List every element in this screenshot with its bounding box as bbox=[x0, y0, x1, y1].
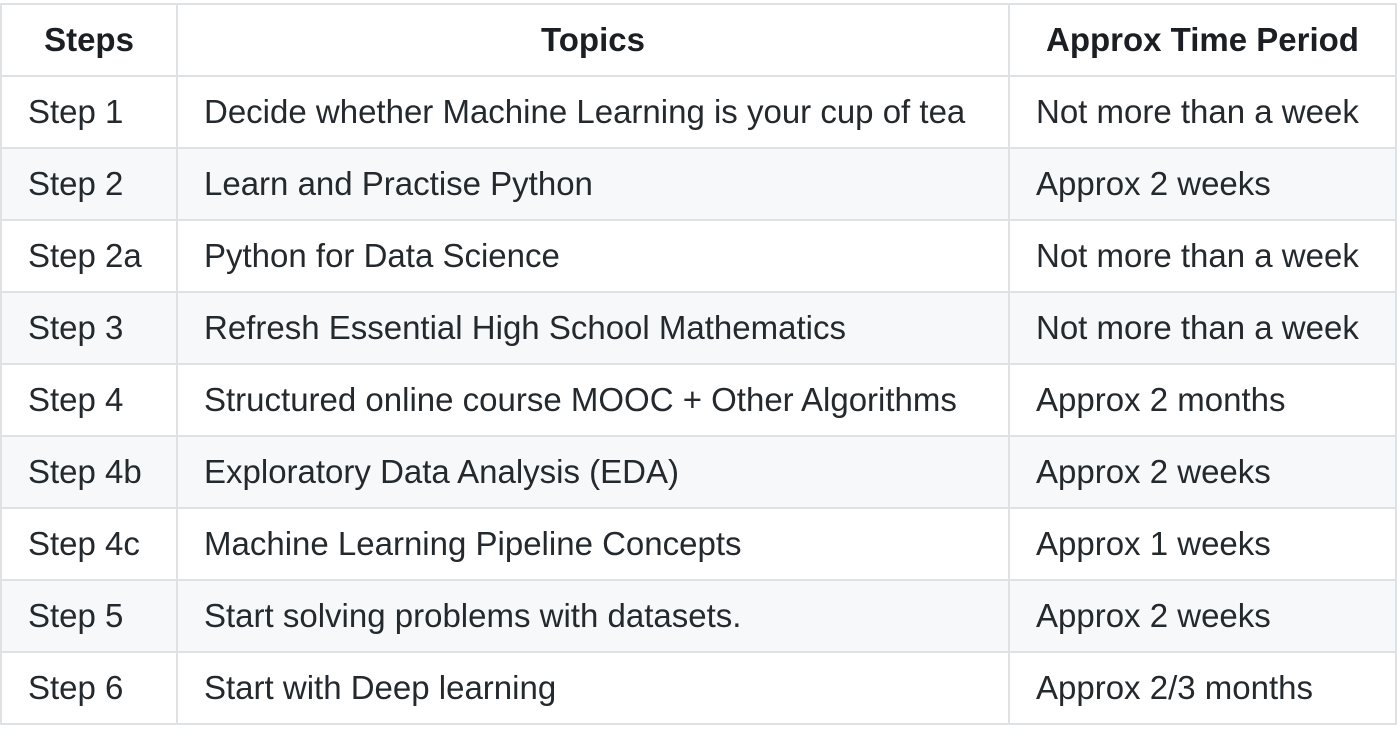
topic-cell: Start with Deep learning bbox=[176, 651, 1010, 725]
table-row: Step 4b Exploratory Data Analysis (EDA) … bbox=[0, 435, 1397, 509]
table-body: Step 1 Decide whether Machine Learning i… bbox=[0, 75, 1397, 725]
table-row: Step 2a Python for Data Science Not more… bbox=[0, 219, 1397, 293]
header-topics: Topics bbox=[176, 3, 1010, 77]
step-cell: Step 3 bbox=[0, 291, 178, 365]
header-time-period: Approx Time Period bbox=[1008, 3, 1397, 77]
step-cell: Step 2 bbox=[0, 147, 178, 221]
time-cell: Approx 2 weeks bbox=[1008, 579, 1397, 653]
time-cell: Not more than a week bbox=[1008, 219, 1397, 293]
table-row: Step 6 Start with Deep learning Approx 2… bbox=[0, 651, 1397, 725]
roadmap-table: Steps Topics Approx Time Period Step 1 D… bbox=[0, 3, 1397, 725]
table-row: Step 3 Refresh Essential High School Mat… bbox=[0, 291, 1397, 365]
header-steps: Steps bbox=[0, 3, 178, 77]
topic-cell: Exploratory Data Analysis (EDA) bbox=[176, 435, 1010, 509]
table-row: Step 2 Learn and Practise Python Approx … bbox=[0, 147, 1397, 221]
topic-cell: Python for Data Science bbox=[176, 219, 1010, 293]
topic-cell: Learn and Practise Python bbox=[176, 147, 1010, 221]
table-row: Step 5 Start solving problems with datas… bbox=[0, 579, 1397, 653]
table-row: Step 4 Structured online course MOOC + O… bbox=[0, 363, 1397, 437]
time-cell: Approx 1 weeks bbox=[1008, 507, 1397, 581]
time-cell: Not more than a week bbox=[1008, 75, 1397, 149]
time-cell: Not more than a week bbox=[1008, 291, 1397, 365]
topic-cell: Decide whether Machine Learning is your … bbox=[176, 75, 1010, 149]
topic-cell: Machine Learning Pipeline Concepts bbox=[176, 507, 1010, 581]
step-cell: Step 4c bbox=[0, 507, 178, 581]
time-cell: Approx 2/3 months bbox=[1008, 651, 1397, 725]
step-cell: Step 1 bbox=[0, 75, 178, 149]
table-header: Steps Topics Approx Time Period bbox=[0, 3, 1397, 77]
header-row: Steps Topics Approx Time Period bbox=[0, 3, 1397, 77]
table-row: Step 1 Decide whether Machine Learning i… bbox=[0, 75, 1397, 149]
topic-cell: Refresh Essential High School Mathematic… bbox=[176, 291, 1010, 365]
time-cell: Approx 2 weeks bbox=[1008, 435, 1397, 509]
step-cell: Step 6 bbox=[0, 651, 178, 725]
step-cell: Step 5 bbox=[0, 579, 178, 653]
step-cell: Step 4b bbox=[0, 435, 178, 509]
topic-cell: Structured online course MOOC + Other Al… bbox=[176, 363, 1010, 437]
table-row: Step 4c Machine Learning Pipeline Concep… bbox=[0, 507, 1397, 581]
topic-cell: Start solving problems with datasets. bbox=[176, 579, 1010, 653]
time-cell: Approx 2 weeks bbox=[1008, 147, 1397, 221]
time-cell: Approx 2 months bbox=[1008, 363, 1397, 437]
step-cell: Step 2a bbox=[0, 219, 178, 293]
step-cell: Step 4 bbox=[0, 363, 178, 437]
